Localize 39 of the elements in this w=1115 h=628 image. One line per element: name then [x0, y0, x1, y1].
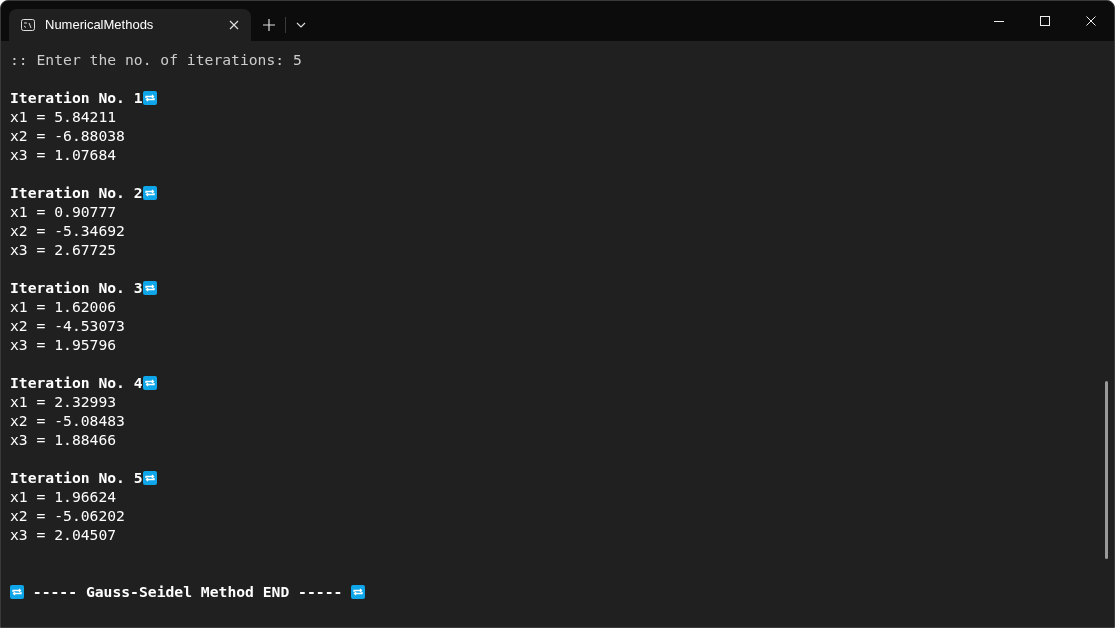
value-line: x1 = 0.90777 — [10, 202, 117, 221]
value-line: x2 = -4.53073 — [10, 316, 125, 335]
iteration-heading: Iteration No. 3 — [10, 278, 143, 297]
value-line: x1 = 1.62006 — [10, 297, 117, 316]
repeat-icon — [142, 90, 157, 105]
chevron-down-icon[interactable] — [296, 22, 306, 28]
terminal-tab[interactable]: NumericalMethods — [9, 9, 251, 41]
scrollbar-thumb[interactable] — [1105, 381, 1108, 559]
value-line: x1 = 5.84211 — [10, 107, 117, 126]
value-line: x3 = 2.67725 — [10, 240, 117, 259]
minimize-icon[interactable] — [994, 20, 1004, 22]
value-line: x2 = -5.34692 — [10, 221, 125, 240]
end-line: ----- Gauss-Seidel Method END ----- — [31, 582, 344, 601]
value-line: x2 = -5.06202 — [10, 506, 125, 525]
repeat-icon — [142, 185, 157, 200]
repeat-icon — [351, 584, 366, 599]
tab-title: NumericalMethods — [45, 16, 155, 35]
value-line: x3 = 2.04507 — [10, 525, 117, 544]
terminal-icon — [21, 19, 35, 31]
value-line: x1 = 1.96624 — [10, 487, 117, 506]
close-icon[interactable] — [1086, 16, 1096, 26]
repeat-icon — [142, 375, 157, 390]
value-line: x2 = -6.88038 — [10, 126, 125, 145]
value-line: x3 = 1.95796 — [10, 335, 117, 354]
iteration-heading: Iteration No. 4 — [10, 373, 143, 392]
repeat-icon — [10, 584, 24, 599]
iteration-heading: Iteration No. 2 — [10, 183, 143, 202]
close-icon[interactable] — [229, 20, 239, 30]
iteration-heading: Iteration No. 1 — [10, 88, 143, 107]
add-icon[interactable] — [263, 19, 275, 31]
value-line: x1 = 2.32993 — [10, 392, 117, 411]
maximize-icon[interactable] — [1040, 16, 1050, 26]
repeat-icon — [142, 470, 157, 485]
iteration-heading: Iteration No. 5 — [10, 468, 143, 487]
value-line: x2 = -5.08483 — [10, 411, 125, 430]
value-line: x3 = 1.88466 — [10, 430, 117, 449]
repeat-icon — [142, 280, 157, 295]
prompt-line: :: Enter the no. of iterations: 5 — [10, 50, 302, 69]
value-line: x3 = 1.07684 — [10, 145, 117, 164]
